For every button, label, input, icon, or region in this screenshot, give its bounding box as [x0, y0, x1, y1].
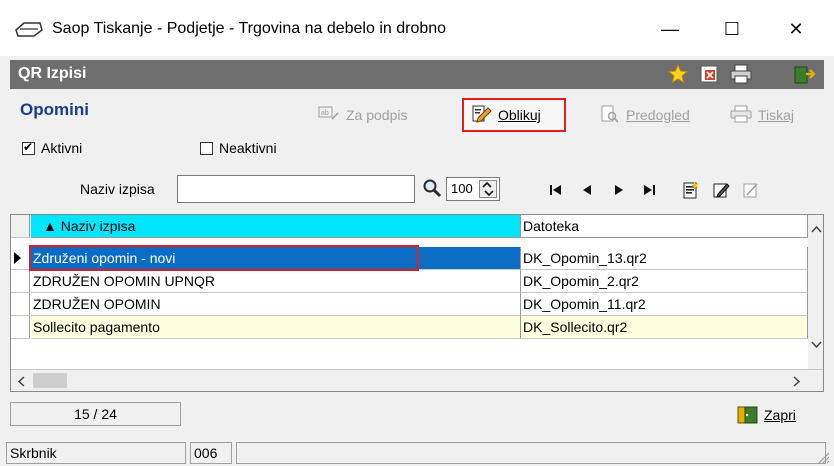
current-row-icon: [14, 252, 21, 264]
minimize-button[interactable]: —: [650, 14, 690, 44]
cell-naziv[interactable]: Združeni opomin - novi: [31, 247, 521, 270]
delete-record-icon[interactable]: [740, 178, 762, 202]
column-header-naziv[interactable]: ▲ Naziv izpisa: [31, 215, 521, 238]
search-row: Naziv izpisa 100: [10, 170, 824, 210]
column-header-datoteka[interactable]: Datoteka: [521, 215, 808, 238]
close-button[interactable]: ✕: [776, 14, 816, 44]
oblikuj-label: Oblikuj: [498, 107, 541, 123]
status-code: 006: [190, 442, 232, 464]
search-icon[interactable]: [422, 178, 442, 198]
module-title: QR Izpisi: [18, 65, 87, 82]
tiskaj-label: Tiskaj: [758, 107, 795, 123]
za-podpis-button[interactable]: ab Za podpis: [318, 98, 407, 132]
tiskaj-button[interactable]: Tiskaj: [730, 98, 794, 132]
cell-naziv[interactable]: ZDRUŽEN OPOMIN: [31, 293, 521, 316]
preview-icon: [600, 105, 620, 126]
row-indicator[interactable]: [11, 316, 30, 339]
toolbar: Opomini ab Za podpis Oblikuj Predogled T…: [10, 92, 824, 172]
star-icon[interactable]: [668, 64, 688, 84]
previous-record-icon[interactable]: [576, 178, 598, 202]
row-indicator[interactable]: [11, 270, 30, 293]
first-record-icon[interactable]: [545, 178, 567, 202]
za-podpis-label: Za podpis: [346, 107, 408, 123]
printer-icon[interactable]: [730, 64, 752, 84]
neaktivni-checkbox[interactable]: Neaktivni: [200, 140, 277, 156]
print-icon: [730, 105, 752, 126]
neaktivni-checkbox-box[interactable]: [200, 141, 213, 155]
cell-datoteka[interactable]: DK_Opomin_11.qr2: [521, 293, 808, 316]
row-indicator[interactable]: [11, 293, 30, 316]
search-input[interactable]: [177, 175, 415, 203]
status-bar: Skrbnik 006: [0, 440, 834, 466]
exit-door-icon[interactable]: [792, 63, 816, 85]
predogled-label: Predogled: [626, 107, 690, 123]
section-title: Opomini: [20, 100, 89, 119]
cell-naziv[interactable]: ZDRUŽEN OPOMIN UPNQR: [31, 270, 521, 293]
zoom-value: 100: [451, 181, 473, 196]
status-user: Skrbnik: [6, 442, 186, 464]
close-door-icon: [737, 406, 758, 424]
maximize-button[interactable]: ☐: [712, 14, 752, 44]
cell-naziv[interactable]: Sollecito pagamento: [31, 316, 521, 339]
scroll-thumb[interactable]: [33, 373, 67, 388]
vertical-scrollbar[interactable]: [808, 215, 823, 369]
edit-record-icon[interactable]: [710, 178, 732, 202]
resize-grip-icon[interactable]: [816, 450, 830, 464]
aktivni-checkbox-box[interactable]: [22, 140, 35, 155]
zoom-stepper[interactable]: 100: [446, 177, 500, 201]
cell-datoteka[interactable]: DK_Opomin_13.qr2: [521, 247, 808, 270]
aktivni-label: Aktivni: [41, 140, 83, 156]
record-counter: 15 / 24: [10, 402, 181, 426]
signature-icon: ab: [318, 105, 340, 126]
new-record-icon[interactable]: [680, 178, 702, 202]
horizontal-scrollbar[interactable]: [11, 369, 823, 391]
aktivni-checkbox[interactable]: Aktivni: [22, 140, 82, 156]
status-message: [236, 442, 826, 464]
oblikuj-button[interactable]: Oblikuj: [462, 98, 566, 132]
zapri-label: Zapri: [764, 407, 796, 423]
scroll-left-icon[interactable]: [17, 376, 25, 387]
window-title: Saop Tiskanje - Podjetje - Trgovina na d…: [52, 20, 447, 37]
zoom-spin-icon[interactable]: [479, 180, 497, 198]
cell-datoteka[interactable]: DK_Sollecito.qr2: [521, 316, 808, 339]
cell-datoteka[interactable]: DK_Opomin_2.qr2: [521, 270, 808, 293]
header-indicator: [11, 215, 30, 238]
neaktivni-label: Neaktivni: [219, 140, 277, 156]
next-record-icon[interactable]: [608, 178, 630, 202]
title-bar: Saop Tiskanje - Podjetje - Trgovina na d…: [0, 0, 834, 56]
printer-app-icon: [15, 22, 43, 37]
scroll-down-icon[interactable]: [811, 341, 822, 349]
row-indicator[interactable]: [11, 247, 30, 270]
last-record-icon[interactable]: [638, 178, 660, 202]
data-grid[interactable]: ▲ Naziv izpisa Datoteka Združeni opomin …: [10, 214, 824, 392]
excel-export-icon[interactable]: [700, 65, 718, 83]
predogled-button[interactable]: Predogled: [600, 98, 690, 132]
search-label: Naziv izpisa: [80, 181, 155, 197]
zapri-button[interactable]: Zapri: [736, 402, 796, 428]
scroll-right-icon[interactable]: [793, 376, 801, 387]
svg-text:ab: ab: [321, 110, 329, 117]
scroll-up-icon[interactable]: [811, 225, 822, 233]
design-edit-icon: [472, 105, 492, 126]
module-header: QR Izpisi: [10, 60, 824, 89]
